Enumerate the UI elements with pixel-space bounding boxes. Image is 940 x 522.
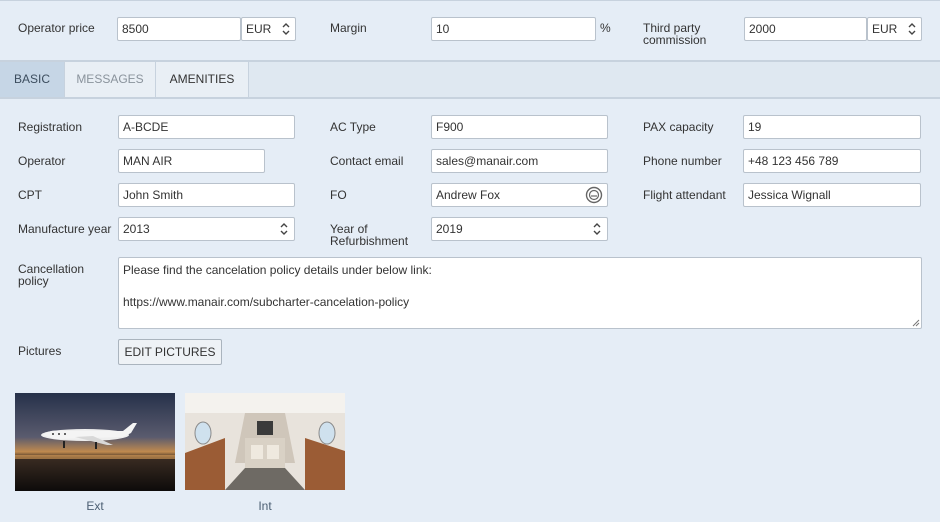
flight-attendant-label: Flight attendant [643,188,726,202]
pax-capacity-label: PAX capacity [643,120,714,134]
updown-chevron-icon [593,223,601,235]
margin-percent-unit: % [600,21,611,35]
ac-type-input[interactable] [431,115,608,139]
exterior-picture-caption: Ext [86,499,104,513]
cpt-label: CPT [18,188,42,202]
flight-attendant-input[interactable] [743,183,921,207]
operator-price-label: Operator price [18,21,95,35]
cancellation-policy-textarea[interactable]: Please find the cancelation policy detai… [118,257,922,329]
manufacture-year-value: 2013 [123,222,150,236]
contact-email-label: Contact email [330,154,404,168]
fo-label: FO [330,188,347,202]
tab-basic[interactable]: BASIC [0,62,65,97]
resize-handle-icon[interactable] [911,318,920,327]
registration-input[interactable] [118,115,295,139]
operator-label: Operator [18,154,66,168]
edit-pictures-button[interactable]: EDIT PICTURES [118,339,222,365]
phone-number-label: Phone number [643,154,722,168]
refurbishment-year-select[interactable]: 2019 [431,217,608,241]
refurbishment-label-line2: Refurbishment [330,234,409,248]
tab-messages[interactable]: MESSAGES [65,62,156,97]
tab-bar: BASIC MESSAGES AMENITIES [0,62,940,99]
third-party-currency-value: EUR [872,22,898,36]
exterior-picture[interactable] [15,393,175,491]
refurbishment-year-value: 2019 [436,222,463,236]
operator-price-currency-value: EUR [246,22,272,36]
manufacture-year-select[interactable]: 2013 [118,217,295,241]
interior-picture[interactable] [185,393,345,490]
third-party-commission-input[interactable] [744,17,867,41]
margin-label: Margin [330,21,367,35]
ac-type-label: AC Type [330,120,376,134]
updown-chevron-icon [282,23,290,35]
third-party-currency-select[interactable]: EUR [867,17,922,41]
updown-chevron-icon [280,223,288,235]
updown-chevron-icon [908,23,916,35]
cancellation-policy-label-line2: policy [18,274,49,288]
tab-amenities[interactable]: AMENITIES [156,62,249,97]
interior-picture-caption: Int [258,499,272,513]
cpt-input[interactable] [118,183,295,207]
pictures-label: Pictures [18,344,62,358]
third-party-label-line2: commission [643,33,707,47]
phone-number-input[interactable] [743,149,921,173]
pax-capacity-input[interactable] [743,115,921,139]
margin-input[interactable] [431,17,596,41]
pricing-bar: Operator price EUR Margin % Third party … [0,0,940,62]
operator-price-input[interactable] [117,17,241,41]
contact-card-icon[interactable] [585,186,603,204]
operator-input[interactable] [118,149,265,173]
operator-price-currency-select[interactable]: EUR [241,17,296,41]
manufacture-year-label: Manufacture year [18,222,112,236]
fo-input[interactable] [431,183,608,207]
contact-email-input[interactable] [431,149,608,173]
registration-label: Registration [18,120,83,134]
